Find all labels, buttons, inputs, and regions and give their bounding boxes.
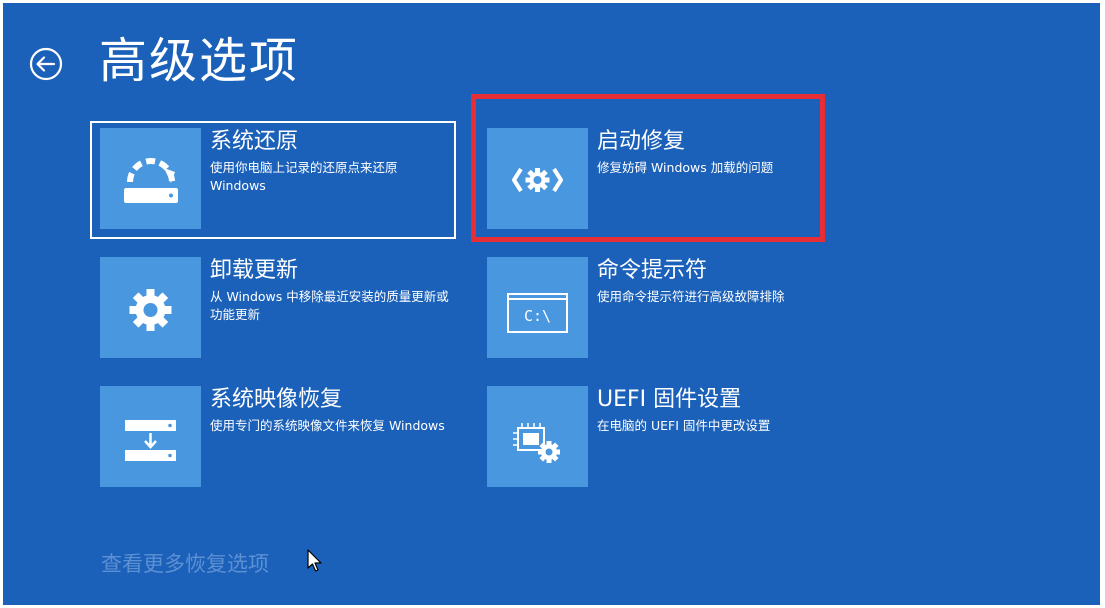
back-button[interactable]	[27, 45, 65, 83]
option-description: 使用你电脑上记录的还原点来还原 Windows	[210, 160, 398, 193]
option-command-prompt[interactable]: C:\ 命令提示符 使用命令提示符进行高级故障排除	[477, 250, 843, 368]
more-recovery-options-link[interactable]: 查看更多恢复选项	[101, 549, 269, 579]
uefi-firmware-icon	[487, 386, 588, 487]
back-arrow-icon	[29, 47, 63, 81]
option-title: 命令提示符	[597, 258, 708, 283]
option-description: 使用专门的系统映像文件来恢复 Windows	[210, 418, 445, 433]
command-prompt-text: C:\	[524, 307, 551, 325]
option-description: 修复妨碍 Windows 加载的问题	[597, 160, 774, 175]
option-uninstall-updates[interactable]: 卸载更新 从 Windows 中移除最近安装的质量更新或功能更新	[90, 250, 456, 368]
option-startup-repair[interactable]: 启动修复 修复妨碍 Windows 加载的问题	[477, 121, 843, 239]
option-system-image-recovery[interactable]: 系统映像恢复 使用专门的系统映像文件来恢复 Windows	[90, 379, 456, 497]
option-title: 卸载更新	[210, 258, 299, 283]
page-title: 高级选项	[99, 33, 300, 89]
system-restore-icon	[100, 128, 201, 229]
system-image-icon	[100, 386, 201, 487]
option-description: 在电脑的 UEFI 固件中更改设置	[597, 418, 771, 433]
option-title: UEFI 固件设置	[597, 387, 742, 412]
command-prompt-icon: C:\	[487, 257, 588, 358]
option-description: 使用命令提示符进行高级故障排除	[597, 289, 785, 304]
option-uefi-firmware-settings[interactable]: UEFI 固件设置 在电脑的 UEFI 固件中更改设置	[477, 379, 843, 497]
gear-icon	[100, 257, 201, 358]
option-title: 启动修复	[597, 129, 686, 154]
advanced-options-screen: 高级选项 系统还原 使用你电脑上记录的还原点来还原 Windows 启动修复 修…	[3, 3, 1100, 605]
option-title: 系统映像恢复	[210, 387, 343, 412]
option-system-restore[interactable]: 系统还原 使用你电脑上记录的还原点来还原 Windows	[90, 121, 456, 239]
startup-repair-icon	[487, 128, 588, 229]
option-description: 从 Windows 中移除最近安装的质量更新或功能更新	[210, 289, 449, 322]
mouse-cursor-icon	[307, 549, 322, 572]
option-title: 系统还原	[210, 129, 299, 154]
